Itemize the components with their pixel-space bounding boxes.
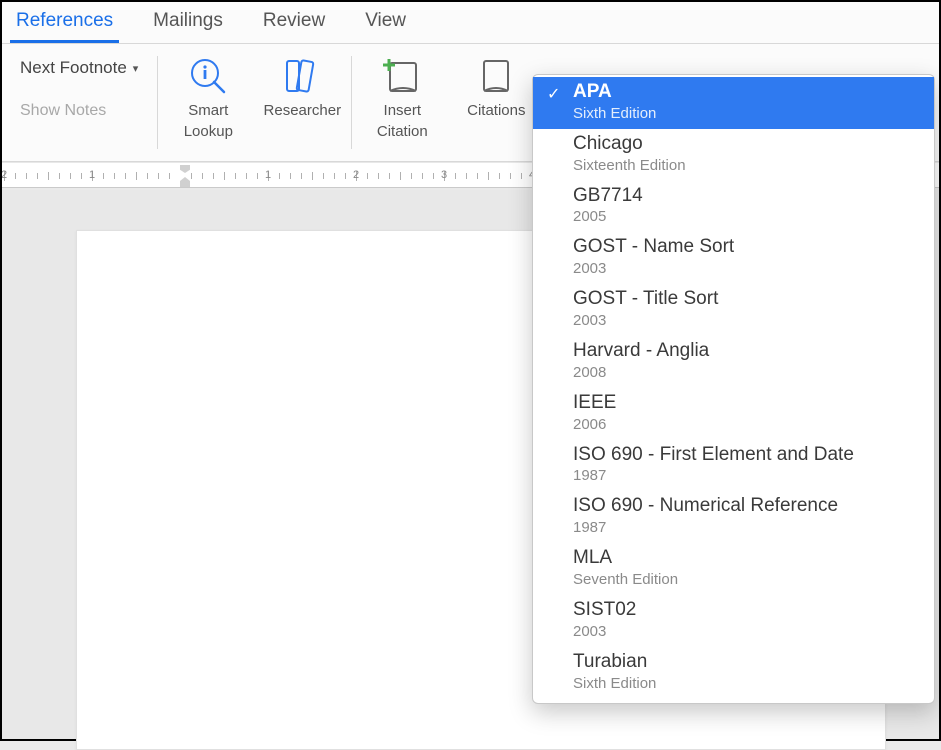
style-option-iso-690-numerical-reference[interactable]: ISO 690 - Numerical Reference1987 <box>533 491 934 543</box>
tab-references[interactable]: References <box>10 0 119 43</box>
style-name: Turabian <box>573 651 920 674</box>
style-option-chicago[interactable]: ChicagoSixteenth Edition <box>533 129 934 181</box>
books-icon <box>280 54 324 98</box>
next-footnote-button[interactable]: Next Footnote ▾ <box>18 52 140 84</box>
insert-citation-label1: Insert <box>384 102 422 119</box>
style-option-harvard-anglia[interactable]: Harvard - Anglia2008 <box>533 336 934 388</box>
style-subtitle: Sixth Edition <box>573 105 920 123</box>
ruler-number: 3 <box>441 169 447 181</box>
smart-lookup-label2: Lookup <box>184 123 233 140</box>
style-option-gost-title-sort[interactable]: GOST - Title Sort2003 <box>533 284 934 336</box>
style-subtitle: Sixth Edition <box>573 675 920 693</box>
style-name: IEEE <box>573 392 920 415</box>
style-option-gost-name-sort[interactable]: GOST - Name Sort2003 <box>533 232 934 284</box>
researcher-button[interactable]: Researcher <box>262 52 342 141</box>
citation-style-dropdown[interactable]: APASixth EditionChicagoSixteenth Edition… <box>532 74 935 704</box>
style-subtitle: 2005 <box>573 208 920 226</box>
insert-citation-label2: Citation <box>377 123 428 140</box>
ruler-number: 2 <box>2 169 7 181</box>
tab-review[interactable]: Review <box>257 0 331 43</box>
style-option-sist02[interactable]: SIST022003 <box>533 595 934 647</box>
indent-marker[interactable] <box>178 163 192 188</box>
next-footnote-label: Next Footnote <box>20 58 127 78</box>
researcher-label: Researcher <box>264 102 342 119</box>
style-option-apa[interactable]: APASixth Edition <box>533 77 934 129</box>
style-option-ieee[interactable]: IEEE2006 <box>533 388 934 440</box>
insert-citation-button[interactable]: Insert Citation <box>362 52 442 141</box>
style-subtitle: 2003 <box>573 260 920 278</box>
citations-button[interactable]: Citations <box>456 52 536 141</box>
style-subtitle: Seventh Edition <box>573 571 920 589</box>
smart-lookup-label1: Smart <box>188 102 228 119</box>
style-name: GB7714 <box>573 185 920 208</box>
citations-icon <box>474 54 518 98</box>
tab-mailings[interactable]: Mailings <box>147 0 229 43</box>
style-subtitle: 1987 <box>573 467 920 485</box>
ruler-number: 1 <box>89 169 95 181</box>
style-option-mla[interactable]: MLASeventh Edition <box>533 543 934 595</box>
style-name: ISO 690 - First Element and Date <box>573 444 920 467</box>
smart-lookup-button[interactable]: Smart Lookup <box>168 52 248 141</box>
style-name: MLA <box>573 547 920 570</box>
tab-view[interactable]: View <box>359 0 412 43</box>
style-name: APA <box>573 81 920 104</box>
style-name: SIST02 <box>573 599 920 622</box>
ribbon-tabs: References Mailings Review View <box>2 2 939 44</box>
style-subtitle: 2006 <box>573 416 920 434</box>
ruler-number: 1 <box>265 169 271 181</box>
style-subtitle: Sixteenth Edition <box>573 157 920 175</box>
style-option-turabian[interactable]: TurabianSixth Edition <box>533 647 934 699</box>
insert-citation-icon <box>380 54 424 98</box>
citations-label: Citations <box>467 102 525 119</box>
style-name: Harvard - Anglia <box>573 340 920 363</box>
style-name: Chicago <box>573 133 920 156</box>
style-subtitle: 2008 <box>573 364 920 382</box>
style-name: ISO 690 - Numerical Reference <box>573 495 920 518</box>
magnifier-info-icon <box>186 54 230 98</box>
style-option-iso-690-first-element-and-date[interactable]: ISO 690 - First Element and Date1987 <box>533 440 934 492</box>
style-subtitle: 2003 <box>573 312 920 330</box>
style-option-gb7714[interactable]: GB77142005 <box>533 181 934 233</box>
style-subtitle: 1987 <box>573 519 920 537</box>
ruler-number: 2 <box>353 169 359 181</box>
style-name: GOST - Title Sort <box>573 288 920 311</box>
show-notes-button: Show Notes <box>18 84 140 120</box>
style-subtitle: 2003 <box>573 623 920 641</box>
chevron-down-icon: ▾ <box>133 62 139 75</box>
style-name: GOST - Name Sort <box>573 236 920 259</box>
